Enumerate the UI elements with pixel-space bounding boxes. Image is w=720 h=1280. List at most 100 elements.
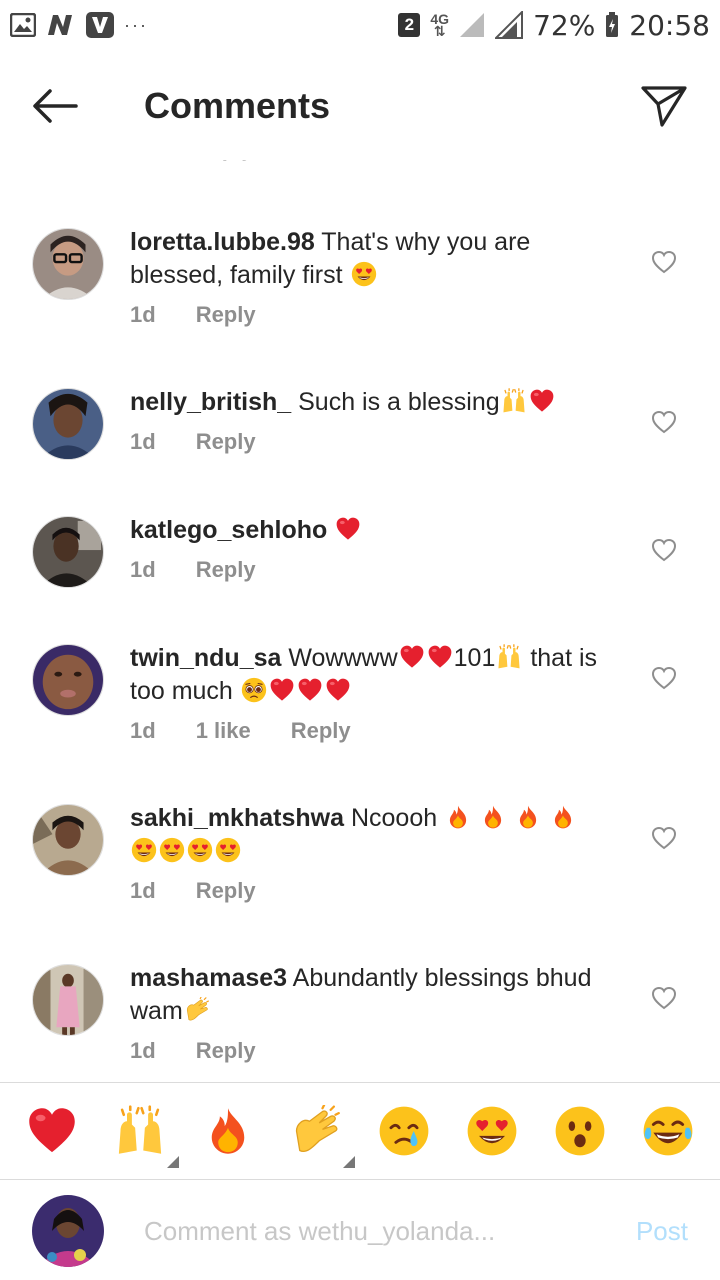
skin-tone-indicator [343, 1156, 355, 1168]
avatar[interactable] [32, 964, 104, 1036]
comment-meta: 1d Reply [130, 878, 610, 904]
header-bar: Comments [0, 52, 720, 160]
send-icon [641, 86, 687, 127]
comment-age: 1d [130, 557, 156, 582]
avatar[interactable] [32, 388, 104, 460]
comment-meta: 1d 1 like Reply [130, 718, 610, 744]
heart-outline-icon [651, 666, 677, 690]
like-comment-button[interactable] [650, 824, 678, 852]
heart-eyes-icon [466, 1105, 518, 1157]
gallery-icon [10, 12, 36, 38]
status-right: 2 4G ⇅ 72% 20:58 [398, 9, 710, 42]
comment-username[interactable]: nelly_british_ [130, 388, 291, 416]
fire-icon [202, 1105, 254, 1157]
avatar[interactable] [32, 516, 104, 588]
heart-eyes-emoji-icon [215, 837, 241, 863]
comment-body: mashamase3 Abundantly blessings bhud wam… [130, 962, 610, 1064]
reply-button[interactable]: Reply [196, 1038, 256, 1064]
crying-face-icon [378, 1105, 430, 1157]
red-heart-emoji-icon [335, 516, 361, 542]
reply-button[interactable]: Reply [196, 878, 256, 904]
comment-age: 1d [130, 1038, 156, 1063]
comment-age: 1d [130, 302, 156, 327]
fire-emoji-icon [445, 804, 471, 830]
reply-button[interactable]: Reply [196, 557, 256, 583]
battery-icon [605, 12, 619, 38]
like-comment-button[interactable] [650, 536, 678, 564]
fire-emoji-icon [550, 804, 576, 830]
red-heart-emoji-icon [325, 677, 351, 703]
avatar[interactable] [32, 228, 104, 300]
signal-icon-2 [495, 11, 524, 39]
reply-button[interactable]: Reply [291, 718, 351, 744]
red-heart-emoji-icon [427, 644, 453, 670]
like-comment-button[interactable] [650, 984, 678, 1012]
status-left: ··· [10, 12, 148, 38]
comment-body: katlego_sehloho 1d Reply [130, 514, 610, 583]
reply-button[interactable]: Reply [196, 429, 256, 455]
heart-outline-icon [651, 826, 677, 850]
red-heart-emoji-icon [297, 677, 323, 703]
comment-message: Ncoooh [350, 804, 438, 832]
avatar[interactable] [32, 804, 104, 876]
share-button[interactable] [636, 78, 692, 134]
heart-eyes-emoji-icon [159, 837, 185, 863]
comment-username[interactable]: katlego_sehloho [130, 516, 327, 544]
comment-username[interactable]: twin_ndu_sa [130, 644, 281, 672]
post-button[interactable]: Post [636, 1216, 688, 1247]
pleading-face-emoji-icon [241, 677, 267, 703]
current-user-avatar[interactable] [32, 1195, 104, 1267]
like-count[interactable]: 1 like [196, 718, 251, 744]
comment-age: 1d [130, 718, 156, 743]
reaction-surprised-face[interactable] [549, 1100, 611, 1162]
reaction-heart-eyes[interactable] [461, 1100, 523, 1162]
comment-meta: 1d Reply [130, 557, 610, 583]
reply-button[interactable]: Reply [196, 302, 256, 328]
red-heart-icon [26, 1105, 78, 1157]
red-heart-emoji-icon [269, 677, 295, 703]
heart-outline-icon [651, 410, 677, 434]
avatar[interactable] [32, 644, 104, 716]
reaction-clapping-hands[interactable] [285, 1100, 355, 1168]
clapping-hands-icon [290, 1105, 342, 1157]
comment-message: Such is a blessing [298, 388, 500, 416]
sim-badge: 2 [398, 13, 421, 37]
comment-text: loretta.lubbe.98 That's why you are bles… [130, 226, 610, 292]
network-type: 4G ⇅ [430, 11, 450, 39]
reaction-raised-hands[interactable] [109, 1100, 179, 1168]
raised-hands-emoji-icon [501, 388, 527, 414]
back-button[interactable] [28, 78, 84, 134]
comment-username[interactable]: sakhi_mkhatshwa [130, 804, 344, 832]
comment-input[interactable] [144, 1215, 564, 1247]
comment-meta: 1d Reply [130, 1038, 610, 1064]
comment-text: katlego_sehloho [130, 514, 610, 547]
raised-hands-emoji-icon [496, 644, 522, 670]
skin-tone-indicator [167, 1156, 179, 1168]
comment-message-part: 101 [453, 644, 496, 672]
heart-outline-icon [651, 538, 677, 562]
comment-composer: Post [0, 1182, 720, 1280]
comment-age: 1d [130, 878, 156, 903]
more-notifications-dots: ··· [124, 14, 148, 35]
comment-text: mashamase3 Abundantly blessings bhud wam [130, 962, 610, 1028]
battery-percent: 72% [533, 8, 596, 42]
reaction-crying-face[interactable] [373, 1100, 435, 1162]
reaction-fire[interactable] [197, 1100, 259, 1162]
v-app-icon [86, 12, 114, 38]
arrow-left-icon [33, 89, 78, 123]
reaction-red-heart[interactable] [21, 1100, 83, 1162]
comment-body: sakhi_mkhatshwa Ncoooh 1d Reply [130, 802, 610, 904]
heart-eyes-emoji-icon [187, 837, 213, 863]
reaction-tears-of-joy[interactable] [637, 1100, 699, 1162]
comment-username[interactable]: loretta.lubbe.98 [130, 228, 315, 256]
like-comment-button[interactable] [650, 408, 678, 436]
page-title: Comments [144, 85, 331, 126]
comment-text: nelly_british_ Such is a blessing [130, 386, 610, 419]
like-comment-button[interactable] [650, 248, 678, 276]
raised-hands-icon [114, 1105, 166, 1157]
tears-of-joy-icon [642, 1105, 694, 1157]
comment-username[interactable]: mashamase3 [130, 964, 287, 992]
fire-emoji-icon [515, 804, 541, 830]
comment-text: sakhi_mkhatshwa Ncoooh [130, 802, 610, 868]
like-comment-button[interactable] [650, 664, 678, 692]
